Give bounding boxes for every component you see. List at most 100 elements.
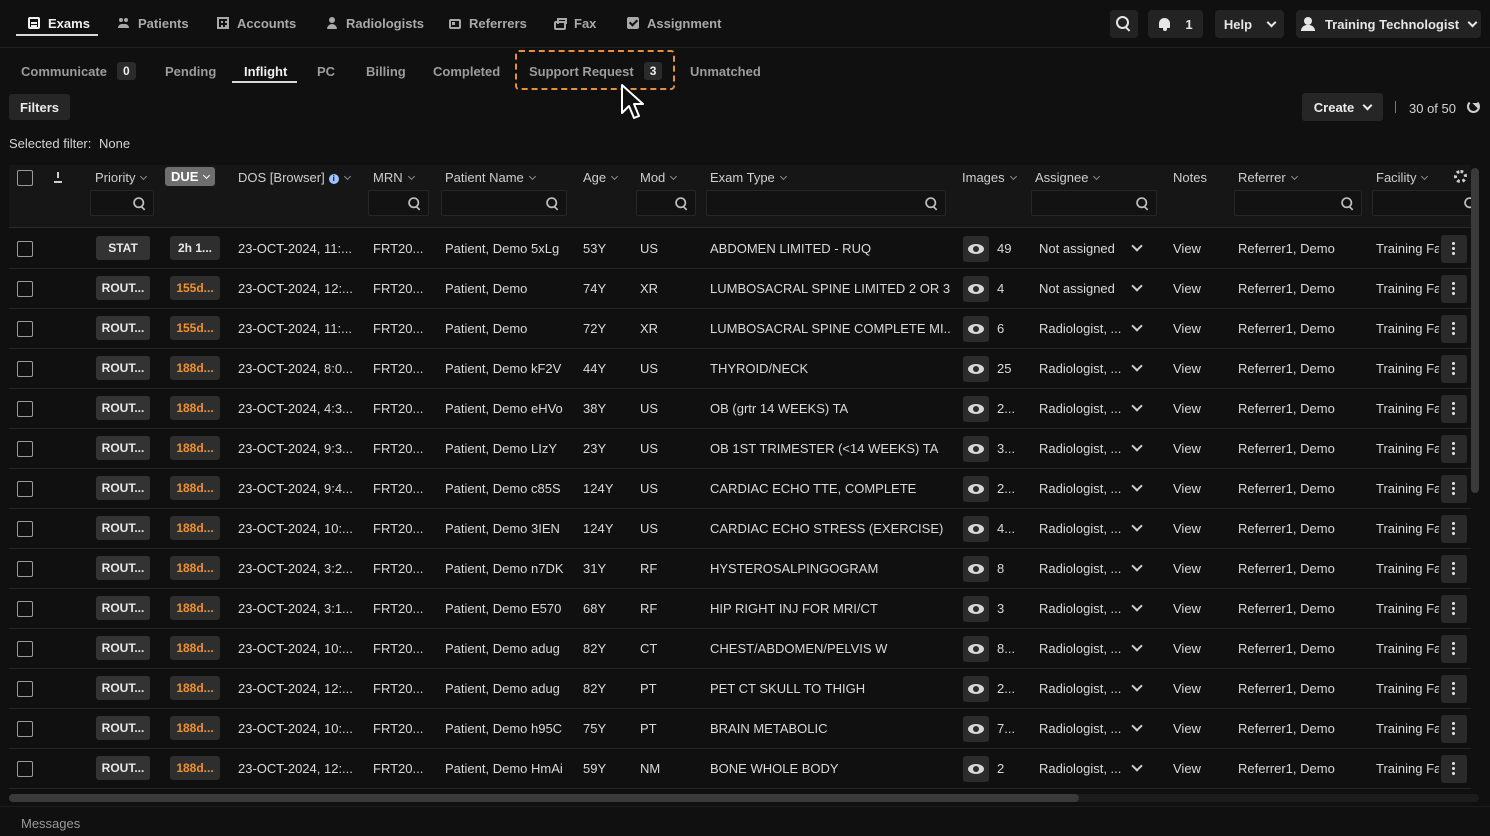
more-actions-icon[interactable]	[1441, 235, 1467, 263]
download-icon[interactable]	[53, 172, 63, 183]
more-actions-icon[interactable]	[1441, 355, 1467, 383]
help-button[interactable]: Help	[1215, 10, 1284, 38]
more-actions-icon[interactable]	[1441, 395, 1467, 423]
table-row[interactable]: ROUT... 188d... 23-OCT-2024, 12:... FRT2…	[9, 669, 1471, 709]
column-referrer[interactable]: Referrer	[1238, 170, 1298, 185]
notes-link[interactable]: View	[1173, 601, 1213, 616]
more-actions-icon[interactable]	[1441, 715, 1467, 743]
row-checkbox[interactable]	[17, 401, 33, 417]
notes-link[interactable]: View	[1173, 721, 1213, 736]
eye-icon[interactable]	[963, 396, 989, 422]
nav-referrers[interactable]: Referrers	[449, 10, 527, 36]
more-actions-icon[interactable]	[1441, 595, 1467, 623]
row-checkbox[interactable]	[17, 721, 33, 737]
notes-link[interactable]: View	[1173, 681, 1213, 696]
more-actions-icon[interactable]	[1441, 475, 1467, 503]
chevron-down-icon[interactable]	[1131, 520, 1143, 532]
tab-pc[interactable]: PC	[317, 60, 335, 82]
patient-name-cell[interactable]: Patient, Demo 3IEN	[445, 521, 575, 536]
nav-radiologists[interactable]: Radiologists	[326, 10, 424, 36]
eye-icon[interactable]	[963, 756, 989, 782]
row-checkbox[interactable]	[17, 361, 33, 377]
chevron-down-icon[interactable]	[1131, 480, 1143, 492]
column-facility[interactable]: Facility	[1376, 170, 1429, 185]
row-checkbox[interactable]	[17, 561, 33, 577]
table-row[interactable]: ROUT... 188d... 23-OCT-2024, 8:0... FRT2…	[9, 349, 1471, 389]
row-checkbox[interactable]	[17, 441, 33, 457]
row-checkbox[interactable]	[17, 681, 33, 697]
patient-name-cell[interactable]: Patient, Demo	[445, 321, 575, 336]
column-priority[interactable]: Priority	[95, 170, 148, 185]
more-actions-icon[interactable]	[1441, 315, 1467, 343]
eye-icon[interactable]	[963, 236, 989, 262]
nav-patients[interactable]: Patients	[118, 10, 189, 36]
table-row[interactable]: ROUT... 155d... 23-OCT-2024, 11:... FRT2…	[9, 309, 1471, 349]
referrer-filter-input[interactable]	[1234, 190, 1362, 216]
vertical-scrollbar[interactable]	[1471, 168, 1479, 493]
row-checkbox[interactable]	[17, 281, 33, 297]
tab-pending[interactable]: Pending	[165, 60, 216, 82]
filters-button[interactable]: Filters	[9, 94, 70, 120]
select-all-checkbox[interactable]	[17, 170, 33, 186]
nav-assignment[interactable]: Assignment	[627, 10, 721, 36]
patient-name-cell[interactable]: Patient, Demo E570	[445, 601, 575, 616]
eye-icon[interactable]	[963, 316, 989, 342]
notes-link[interactable]: View	[1173, 481, 1213, 496]
chevron-down-icon[interactable]	[1131, 640, 1143, 652]
eye-icon[interactable]	[963, 356, 989, 382]
mrn-filter-input[interactable]	[368, 190, 429, 216]
column-dos[interactable]: DOS [Browser] i	[238, 170, 351, 185]
more-actions-icon[interactable]	[1441, 275, 1467, 303]
table-row[interactable]: ROUT... 188d... 23-OCT-2024, 3:1... FRT2…	[9, 589, 1471, 629]
chevron-down-icon[interactable]	[1131, 320, 1143, 332]
gear-icon[interactable]	[1454, 170, 1467, 183]
eye-icon[interactable]	[963, 716, 989, 742]
tab-completed[interactable]: Completed	[433, 60, 500, 82]
tab-unmatched[interactable]: Unmatched	[690, 60, 761, 82]
table-row[interactable]: ROUT... 188d... 23-OCT-2024, 3:2... FRT2…	[9, 549, 1471, 589]
nav-accounts[interactable]: Accounts	[217, 10, 296, 36]
eye-icon[interactable]	[963, 676, 989, 702]
row-checkbox[interactable]	[17, 321, 33, 337]
eye-icon[interactable]	[963, 476, 989, 502]
facility-filter-input[interactable]	[1372, 190, 1476, 216]
table-row[interactable]: ROUT... 188d... 23-OCT-2024, 12:... FRT2…	[9, 749, 1471, 789]
table-row[interactable]: ROUT... 155d... 23-OCT-2024, 12:... FRT2…	[9, 269, 1471, 309]
column-mod[interactable]: Mod	[640, 170, 678, 185]
patient-name-cell[interactable]: Patient, Demo LIzY	[445, 441, 575, 456]
nav-fax[interactable]: Fax	[554, 10, 596, 36]
table-row[interactable]: ROUT... 188d... 23-OCT-2024, 10:... FRT2…	[9, 709, 1471, 749]
notes-link[interactable]: View	[1173, 401, 1213, 416]
tab-communicate[interactable]: Communicate 0	[21, 60, 136, 82]
patient-filter-input[interactable]	[441, 190, 567, 216]
patient-name-cell[interactable]: Patient, Demo 5xLg	[445, 241, 575, 256]
assignee-filter-input[interactable]	[1031, 190, 1157, 216]
column-age[interactable]: Age	[583, 170, 619, 185]
chevron-down-icon[interactable]	[1131, 280, 1143, 292]
patient-name-cell[interactable]: Patient, Demo n7DK	[445, 561, 575, 576]
info-icon[interactable]: i	[328, 173, 339, 184]
eye-icon[interactable]	[963, 436, 989, 462]
notes-link[interactable]: View	[1173, 281, 1213, 296]
column-patient-name[interactable]: Patient Name	[445, 170, 536, 185]
global-search-button[interactable]	[1110, 10, 1138, 38]
patient-name-cell[interactable]: Patient, Demo eHVo	[445, 401, 575, 416]
more-actions-icon[interactable]	[1441, 515, 1467, 543]
patient-name-cell[interactable]: Patient, Demo c85S	[445, 481, 575, 496]
chevron-down-icon[interactable]	[1131, 560, 1143, 572]
tab-inflight[interactable]: Inflight	[244, 60, 287, 82]
patient-name-cell[interactable]: Patient, Demo adug	[445, 641, 575, 656]
patient-name-cell[interactable]: Patient, Demo adug	[445, 681, 575, 696]
row-checkbox[interactable]	[17, 481, 33, 497]
eye-icon[interactable]	[963, 556, 989, 582]
table-row[interactable]: ROUT... 188d... 23-OCT-2024, 9:4... FRT2…	[9, 469, 1471, 509]
notes-link[interactable]: View	[1173, 561, 1213, 576]
notifications-button[interactable]: 1	[1148, 10, 1203, 38]
chevron-down-icon[interactable]	[1131, 760, 1143, 772]
notes-link[interactable]: View	[1173, 361, 1213, 376]
row-checkbox[interactable]	[17, 641, 33, 657]
eye-icon[interactable]	[963, 516, 989, 542]
column-due[interactable]: DUE	[165, 167, 216, 186]
notes-link[interactable]: View	[1173, 641, 1213, 656]
table-row[interactable]: ROUT... 188d... 23-OCT-2024, 9:3... FRT2…	[9, 429, 1471, 469]
